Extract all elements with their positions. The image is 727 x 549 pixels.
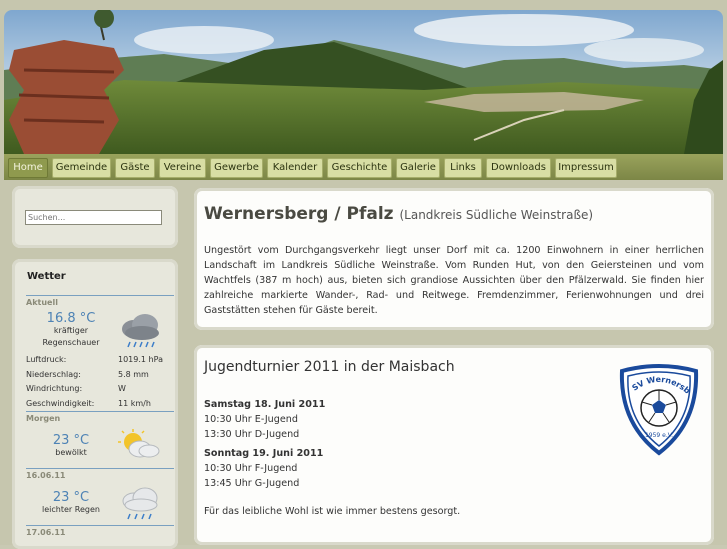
event-day: Samstag 18. Juni 2011 [204,399,326,410]
weather-value: 5.8 mm [118,370,149,379]
page-title-text: Wernersberg / Pfalz [204,204,394,224]
weather-current-desc-2: Regenschauer [42,338,100,347]
weather-current-heading: Aktuell [26,298,58,307]
weather-value: 11 km/h [118,399,151,408]
news-footer-text: Für das leibliche Wohl ist wie immer bes… [204,506,461,517]
nav-kalender[interactable]: Kalender [267,158,323,178]
event-item: 10:30 Uhr E-Jugend [204,414,298,425]
intro-text: Ungestört vom Durchgangsverkehr liegt un… [204,245,704,316]
light-rain-icon [122,487,158,520]
nav-gewerbe[interactable]: Gewerbe [210,158,263,178]
divider [26,468,174,469]
weather-label: Windrichtung: [26,384,83,393]
weather-forecast-heading: 17.06.11 [26,528,66,537]
weather-value: W [118,384,126,393]
nav-impressum[interactable]: Impressum [555,158,617,178]
nav-geschichte[interactable]: Geschichte [327,158,392,178]
weather-current-temp: 16.8 °C [46,311,96,326]
weather-panel: Wetter Aktuell 16.8 °C kräftiger Regensc… [12,259,178,549]
search-input[interactable] [25,210,162,225]
club-logo: SV Wernersberg 1959 e.V. [616,363,699,456]
search-panel [12,186,178,248]
intro-panel: Wernersberg / Pfalz (Landkreis Südliche … [194,188,714,330]
weather-forecast-desc: bewölkt [55,448,87,457]
event-item: 13:30 Uhr D-Jugend [204,429,300,440]
event-item: 13:45 Uhr G-Jugend [204,478,300,489]
weather-label: Niederschlag: [26,370,81,379]
weather-forecast-temp: 23 °C [52,433,90,448]
news-panel: Jugendturnier 2011 in der Maisbach Samst… [194,345,714,545]
nav-home[interactable]: Home [8,158,48,178]
main-navigation: Home Gemeinde Gäste Vereine Gewerbe Kale… [4,154,723,180]
nav-gaeste[interactable]: Gäste [115,158,155,178]
event-day: Sonntag 19. Juni 2011 [204,448,324,459]
page-title: Wernersberg / Pfalz (Landkreis Südliche … [204,204,593,224]
nav-galerie[interactable]: Galerie [396,158,440,178]
nav-downloads[interactable]: Downloads [486,158,551,178]
header-banner-image [4,10,723,154]
sun-cloud-icon [118,429,160,458]
event-item: 10:30 Uhr F-Jugend [204,463,298,474]
weather-forecast-temp: 23 °C [52,490,90,505]
page: Home Gemeinde Gäste Vereine Gewerbe Kale… [0,0,727,549]
divider [26,295,174,296]
page-subtitle: (Landkreis Südliche Weinstraße) [399,208,594,222]
nav-vereine[interactable]: Vereine [159,158,206,178]
news-title: Jugendturnier 2011 in der Maisbach [204,359,455,375]
rain-cloud-icon [122,314,159,348]
weather-label: Luftdruck: [26,355,67,364]
weather-forecast-heading: Morgen [26,414,61,423]
nav-gemeinde[interactable]: Gemeinde [52,158,111,178]
weather-title: Wetter [27,271,66,282]
club-logo-year: 1959 e.V. [645,432,673,439]
weather-label: Geschwindigkeit: [26,399,95,408]
weather-current-desc: kräftiger [53,326,89,335]
nav-links[interactable]: Links [444,158,482,178]
weather-forecast-heading: 16.06.11 [26,471,66,480]
weather-forecast-desc: leichter Regen [42,505,100,514]
divider [26,411,174,412]
weather-value: 1019.1 hPa [118,355,163,364]
divider [26,525,174,526]
